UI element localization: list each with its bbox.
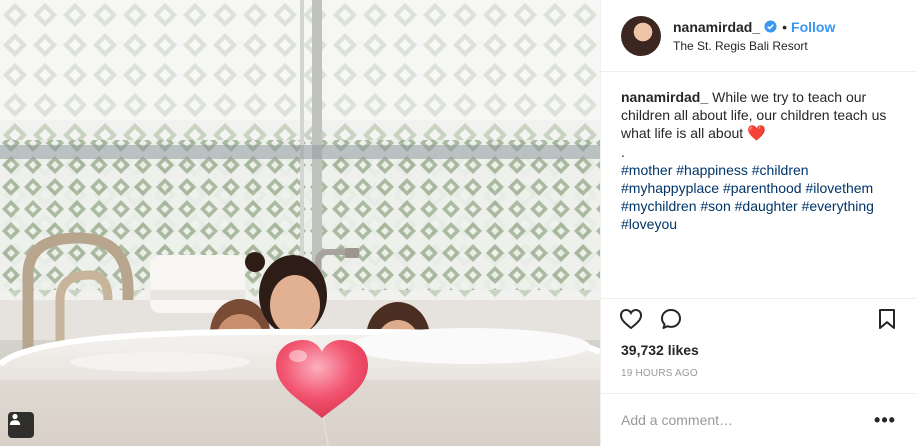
follow-button[interactable]: Follow: [791, 19, 835, 35]
more-options-button[interactable]: •••: [873, 408, 897, 432]
comment-input[interactable]: [621, 412, 873, 428]
instagram-post: nanamirdad_ • Follow The St. Regis Bali …: [0, 0, 917, 446]
caption-username[interactable]: nanamirdad_: [621, 89, 708, 105]
save-button[interactable]: [873, 305, 901, 333]
hashtag[interactable]: #happiness: [676, 162, 748, 178]
hashtag[interactable]: #parenthood: [723, 180, 802, 196]
hashtag[interactable]: #ilovethem: [805, 180, 873, 196]
photo-illustration: [0, 0, 600, 446]
hashtag[interactable]: #loveyou: [621, 216, 677, 232]
hashtag[interactable]: #son: [700, 198, 730, 214]
hashtag[interactable]: #daughter: [735, 198, 798, 214]
heart-outline-icon: [619, 308, 643, 329]
author-info: nanamirdad_ • Follow The St. Regis Bali …: [673, 19, 835, 53]
hashtag[interactable]: #children: [752, 162, 809, 178]
hashtag-list: #mother #happiness #children #myhappypla…: [621, 162, 874, 232]
speech-bubble-icon: [661, 308, 681, 329]
location-link[interactable]: The St. Regis Bali Resort: [673, 39, 835, 53]
verified-badge-icon: [764, 20, 777, 33]
person-tag-icon[interactable]: [8, 412, 34, 438]
avatar[interactable]: [621, 15, 661, 56]
hashtag[interactable]: #mychildren: [621, 198, 696, 214]
caption: nanamirdad_ While we try to teach our chi…: [601, 72, 917, 298]
action-bar: [601, 298, 917, 338]
person-tag-glyph: [9, 413, 21, 425]
post-side-panel: nanamirdad_ • Follow The St. Regis Bali …: [600, 0, 917, 446]
red-heart-emoji: ❤️: [747, 125, 766, 142]
post-photo[interactable]: [0, 0, 600, 446]
author-line: nanamirdad_ • Follow: [673, 19, 835, 35]
author-username[interactable]: nanamirdad_: [673, 19, 760, 35]
hashtag[interactable]: #mother: [621, 162, 672, 178]
post-timestamp[interactable]: 19 HOURS AGO: [601, 358, 917, 394]
hashtag[interactable]: #myhappyplace: [621, 180, 719, 196]
comment-form: •••: [601, 394, 917, 446]
like-button[interactable]: [617, 305, 645, 333]
post-header: nanamirdad_ • Follow The St. Regis Bali …: [601, 0, 917, 72]
hashtag[interactable]: #everything: [802, 198, 874, 214]
caption-separator: .: [621, 144, 625, 160]
separator-dot: •: [782, 18, 788, 35]
bookmark-icon: [879, 308, 895, 329]
likes-count[interactable]: 39,732 likes: [601, 338, 917, 358]
comment-button[interactable]: [657, 305, 685, 333]
